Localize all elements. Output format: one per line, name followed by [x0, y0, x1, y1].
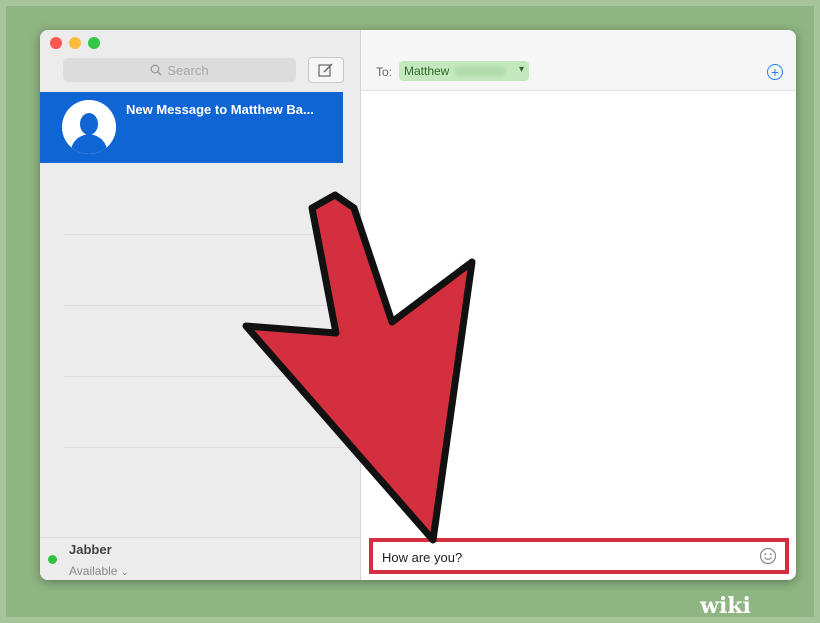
emoji-icon[interactable] [759, 547, 777, 565]
availability-menu[interactable]: Available ⌄ [69, 564, 129, 578]
avatar [62, 100, 116, 154]
recipient-token[interactable]: Matthew ▾ [399, 61, 529, 81]
compose-button[interactable] [308, 57, 344, 83]
conversation-item-selected[interactable]: New Message to Matthew Ba... [40, 92, 343, 163]
messages-window: Search New Message to Matthew Ba... Jabb… [40, 30, 796, 580]
list-divider [64, 376, 343, 377]
account-name: Jabber [69, 542, 112, 557]
close-button[interactable] [50, 37, 62, 49]
account-status-bar: Jabber Available ⌄ [40, 537, 360, 580]
recipient-name-redacted [455, 66, 506, 76]
search-field[interactable]: Search [63, 58, 296, 82]
person-placeholder-icon [62, 100, 116, 154]
to-label: To: [376, 65, 393, 79]
sidebar: Search New Message to Matthew Ba... Jabb… [40, 30, 361, 580]
wikihow-watermark: wikiHow [700, 593, 806, 619]
add-recipient-icon[interactable]: + [767, 64, 783, 80]
zoom-button[interactable] [88, 37, 100, 49]
list-divider [64, 234, 343, 235]
compose-icon [318, 63, 333, 77]
search-placeholder: Search [167, 62, 209, 78]
search-icon [150, 64, 162, 76]
minimize-button[interactable] [69, 37, 81, 49]
recipient-name: Matthew [404, 64, 450, 78]
list-divider [64, 447, 343, 448]
conversation-title: New Message to Matthew Ba... [126, 102, 314, 117]
message-input-highlight [369, 538, 789, 574]
online-status-icon [48, 555, 57, 564]
conversation-pane: To: Matthew ▾ + [361, 30, 796, 580]
message-input[interactable] [382, 548, 742, 566]
chevron-down-icon: ⌄ [120, 567, 129, 578]
availability-label: Available [69, 564, 118, 578]
chevron-down-icon: ▾ [518, 64, 524, 75]
recipient-header: To: Matthew ▾ + [361, 30, 796, 91]
window-controls [50, 37, 100, 49]
list-divider [64, 305, 343, 306]
